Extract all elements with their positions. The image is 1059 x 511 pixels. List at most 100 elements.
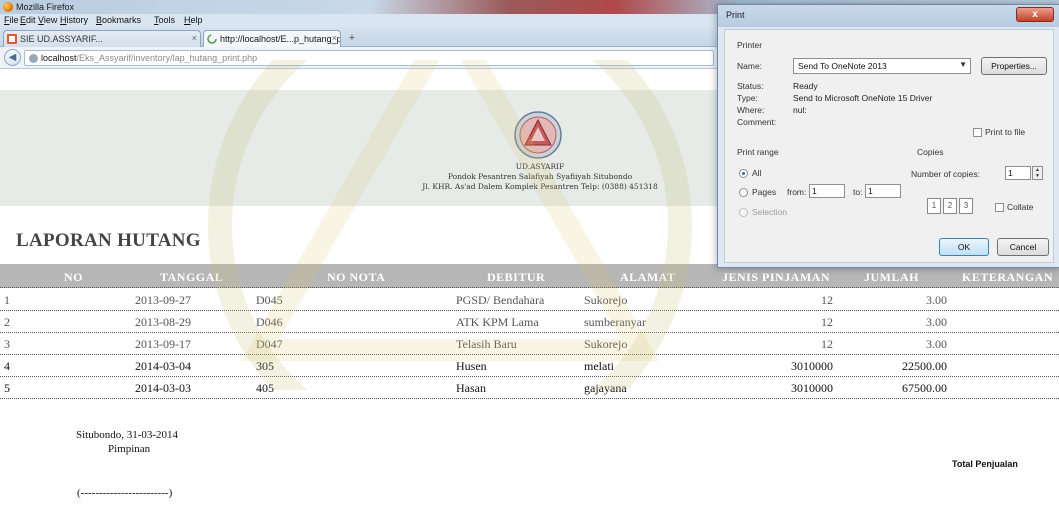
cell-tanggal: 2014-03-04	[135, 359, 191, 373]
tab-label: http://localhost/E...p_hutang_print.php	[220, 34, 341, 44]
cell-alamat: gajayana	[584, 381, 627, 395]
status-value: Ready	[793, 81, 818, 91]
properties-button[interactable]: Properties...	[981, 57, 1047, 75]
range-all-label: All	[752, 168, 762, 178]
cell-no: 4	[4, 359, 10, 373]
cell-jumlah: 22500.00	[902, 359, 947, 373]
cell-alamat: Sukorejo	[584, 293, 628, 307]
collate-label: Collate	[1007, 202, 1034, 212]
tab-label: SIE UD.ASSYARIF...	[20, 34, 103, 44]
range-selection-radio[interactable]	[739, 208, 748, 217]
cell-debitur: Telasih Baru	[456, 337, 517, 351]
menu-help[interactable]: Help	[184, 15, 203, 25]
signature-role: Pimpinan	[108, 443, 151, 455]
signature-place-date: Situbondo, 31-03-2014	[76, 429, 179, 441]
table-row: 5 2014-03-03 405 Hasan gajayana 3010000 67500.…	[0, 377, 1059, 399]
where-label: Where:	[737, 105, 765, 115]
collate-illustration: 123	[927, 198, 975, 214]
site-identity-icon[interactable]	[29, 54, 38, 63]
to-label: to:	[853, 187, 863, 197]
back-button[interactable]: ◀	[4, 49, 21, 66]
org-institution: Pondok Pesantren Salafiyah Syafiiyah Sit…	[447, 172, 633, 181]
print-dialog-titlebar[interactable]: Print x	[718, 5, 1059, 27]
new-tab-button[interactable]: +	[343, 31, 361, 45]
menu-file[interactable]: File	[4, 15, 19, 25]
copies-spinner[interactable]: ▲ ▼	[1032, 166, 1043, 180]
cell-jumlah: 3.00	[926, 293, 947, 307]
menu-edit[interactable]: Edit	[20, 15, 36, 25]
menu-history[interactable]: History	[60, 15, 88, 25]
number-of-copies-input[interactable]: 1	[1005, 166, 1031, 180]
col-header-keterangan: KETERANGAN	[962, 270, 1054, 284]
cell-jenis-pinjaman: 12	[821, 293, 833, 307]
cell-debitur: Hasan	[456, 381, 486, 395]
tab-close-icon[interactable]: ×	[192, 33, 197, 43]
org-address: Jl. KHR. As'ad Dalem Komplek Pesantren T…	[422, 182, 658, 191]
range-pages-radio[interactable]	[739, 188, 748, 197]
cell-tanggal: 2013-09-17	[135, 337, 191, 351]
range-pages-label: Pages	[752, 187, 777, 197]
menu-view[interactable]: View	[38, 15, 57, 25]
table-row: 3 2013-09-17 D047 Telasih Baru Sukorejo 12 3.0…	[0, 333, 1059, 355]
cell-debitur: ATK KPM Lama	[456, 315, 539, 329]
url-bar[interactable]: localhost/Eks_Assyarif/inventory/lap_hut…	[24, 50, 714, 66]
print-to-file-checkbox[interactable]	[973, 128, 982, 137]
cell-debitur: PGSD/ Bendahara	[456, 293, 545, 307]
cell-no-nota: 405	[256, 381, 274, 395]
signature-line: (------------------------)	[77, 487, 173, 499]
url-text[interactable]: localhost/Eks_Assyarif/inventory/lap_hut…	[41, 53, 257, 63]
from-label: from:	[787, 187, 807, 197]
cell-no: 1	[4, 293, 10, 307]
type-value: Send to Microsoft OneNote 15 Driver	[793, 93, 933, 103]
print-dialog-title: Print	[726, 10, 745, 20]
cell-jenis-pinjaman: 3010000	[791, 381, 833, 395]
cell-no-nota: 305	[256, 359, 274, 373]
cell-debitur: Husen	[456, 359, 487, 373]
to-page-input[interactable]: 1	[865, 184, 901, 198]
collate-page-icon: 1	[927, 198, 941, 214]
collate-checkbox[interactable]	[995, 203, 1004, 212]
col-header-no: NO	[64, 270, 83, 284]
cell-jenis-pinjaman: 12	[821, 315, 833, 329]
total-label: Total Penjualan	[952, 459, 1018, 469]
printer-name-select[interactable]: Send To OneNote 2013 ▼	[793, 58, 971, 74]
cell-alamat: Sukorejo	[584, 337, 628, 351]
cell-jumlah: 3.00	[926, 315, 947, 329]
cancel-button[interactable]: Cancel	[997, 238, 1049, 256]
cell-no: 5	[4, 381, 10, 395]
range-all-radio[interactable]	[739, 169, 748, 178]
table-row: 4 2014-03-04 305 Husen melati 3010000 22500.00	[0, 355, 1059, 377]
tab-close-icon[interactable]: ×	[332, 33, 337, 43]
cell-jumlah: 67500.00	[902, 381, 947, 395]
cell-no-nota: D046	[256, 315, 283, 329]
from-page-input[interactable]: 1	[809, 184, 845, 198]
close-button[interactable]: x	[1016, 7, 1054, 22]
cell-no: 2	[4, 315, 10, 329]
where-value: nul:	[793, 105, 807, 115]
url-host: localhost	[41, 53, 77, 63]
cell-jumlah: 3.00	[926, 337, 947, 351]
url-path: /Eks_Assyarif/inventory/lap_hutang_print…	[76, 53, 258, 63]
copies-group-label: Copies	[917, 147, 944, 157]
print-to-file-label: Print to file	[985, 127, 1026, 137]
type-label: Type:	[737, 93, 758, 103]
window-title: Mozilla Firefox	[16, 2, 75, 12]
organization-header: UD.ASYARIF Pondok Pesantren Salafiyah Sy…	[400, 162, 680, 192]
back-arrow-icon: ◀	[8, 52, 17, 63]
number-of-copies-label: Number of copies:	[911, 169, 980, 179]
loading-spinner-icon	[207, 34, 217, 44]
printer-name-value: Send To OneNote 2013	[798, 61, 887, 71]
tab-sie-udassyarif[interactable]: SIE UD.ASSYARIF... ×	[3, 30, 201, 47]
tab-lap-hutang-print[interactable]: http://localhost/E...p_hutang_print.php …	[203, 30, 341, 47]
print-dialog-body: Printer Name: Send To OneNote 2013 ▼ Pro…	[724, 29, 1054, 263]
col-header-alamat: ALAMAT	[620, 270, 676, 284]
cell-no-nota: D045	[256, 293, 283, 307]
cell-tanggal: 2013-08-29	[135, 315, 191, 329]
cell-alamat: sumberanyar	[584, 315, 646, 329]
menu-bookmarks[interactable]: Bookmarks	[96, 15, 141, 25]
cell-no-nota: D047	[256, 337, 283, 351]
ok-button[interactable]: OK	[939, 238, 989, 256]
comment-label: Comment:	[737, 117, 777, 127]
menu-tools[interactable]: Tools	[154, 15, 175, 25]
col-header-tanggal: TANGGAL	[160, 270, 224, 284]
